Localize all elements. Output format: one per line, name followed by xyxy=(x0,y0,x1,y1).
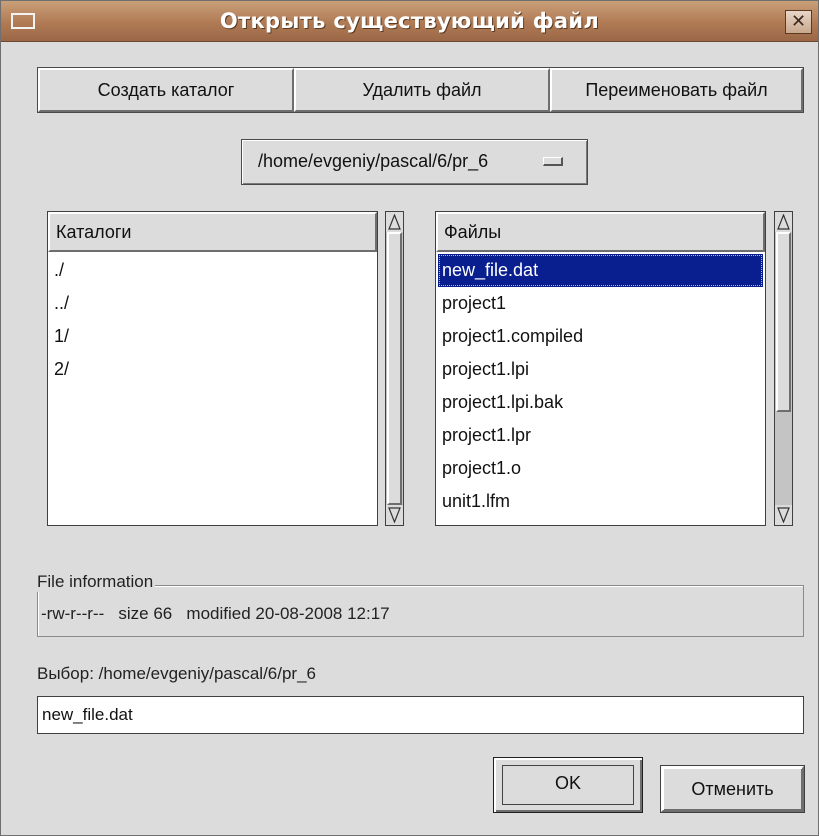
window-title: Открыть существующий файл xyxy=(219,9,600,33)
file-information-text: -rw-r--r-- size 66 modified 20-08-2008 1… xyxy=(41,604,390,623)
list-item[interactable]: unit1.lfm xyxy=(436,485,765,518)
list-item[interactable]: 2/ xyxy=(48,353,377,386)
file-open-dialog: Открыть существующий файл ✕ Создать ката… xyxy=(0,0,819,836)
directories-scrollbar[interactable] xyxy=(385,211,404,526)
list-item[interactable]: ./ xyxy=(48,254,377,287)
title-bar[interactable]: Открыть существующий файл ✕ xyxy=(1,1,818,42)
toolbar: Создать каталог Удалить файл Переименова… xyxy=(37,67,804,113)
dropdown-indicator-icon xyxy=(543,157,563,166)
path-selector-label: /home/evgeniy/pascal/6/pr_6 xyxy=(258,151,489,171)
list-item[interactable]: project1.o xyxy=(436,452,765,485)
cancel-button[interactable]: Отменить xyxy=(660,765,805,813)
path-selector[interactable]: /home/evgeniy/pascal/6/pr_6 xyxy=(241,139,588,185)
close-button[interactable]: ✕ xyxy=(785,10,812,34)
directories-header[interactable]: Каталоги xyxy=(48,212,377,252)
files-scroll-thumb[interactable] xyxy=(776,232,791,412)
filename-input[interactable] xyxy=(37,696,804,734)
create-directory-button[interactable]: Создать каталог xyxy=(38,68,294,112)
scroll-up-arrow-icon[interactable] xyxy=(386,212,403,232)
list-item[interactable]: project1 xyxy=(436,287,765,320)
scroll-down-arrow-icon[interactable] xyxy=(775,505,792,525)
list-item[interactable]: project1.lpi xyxy=(436,353,765,386)
list-item[interactable]: ../ xyxy=(48,287,377,320)
files-list[interactable]: Файлы new_file.dat project1 project1.compi… xyxy=(435,211,766,526)
files-header[interactable]: Файлы xyxy=(436,212,765,252)
list-item[interactable]: new_file.dat xyxy=(438,254,763,287)
file-information-legend: File information xyxy=(37,572,156,592)
focus-ring xyxy=(502,765,634,805)
selection-label: Выбор: /home/evgeniy/pascal/6/pr_6 xyxy=(37,664,317,683)
rename-file-button[interactable]: Переименовать файл xyxy=(550,68,803,112)
ok-button[interactable]: OK xyxy=(493,757,643,813)
list-item[interactable]: project1.compiled xyxy=(436,320,765,353)
scroll-down-arrow-icon[interactable] xyxy=(386,505,403,525)
directories-list[interactable]: Каталоги ./../1/2/ xyxy=(47,211,378,526)
files-items: new_file.dat project1 project1.compiled pro… xyxy=(436,254,765,525)
scroll-up-arrow-icon[interactable] xyxy=(775,212,792,232)
files-scrollbar[interactable] xyxy=(774,211,793,526)
list-item[interactable]: 1/ xyxy=(48,320,377,353)
list-item[interactable]: project1.lpr xyxy=(436,419,765,452)
directories-scroll-thumb[interactable] xyxy=(387,232,402,505)
list-item[interactable]: project1.lpi.bak xyxy=(436,386,765,419)
directories-items: ./../1/2/ xyxy=(48,254,377,525)
delete-file-button[interactable]: Удалить файл xyxy=(294,68,550,112)
